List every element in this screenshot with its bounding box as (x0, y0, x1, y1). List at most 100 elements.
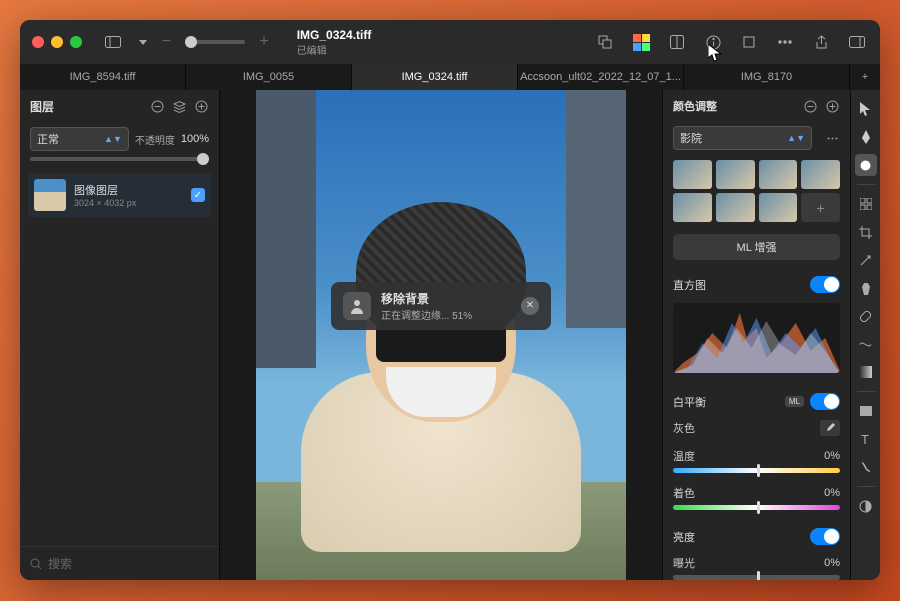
ml-enhance-button[interactable]: ML 增强 (673, 234, 840, 260)
canvas[interactable]: 移除背景 正在调整边缘... 51% ✕ (220, 90, 662, 580)
tab-2[interactable]: IMG_0324.tiff (352, 64, 518, 90)
layers-icon[interactable] (594, 31, 616, 53)
panel-icon[interactable] (666, 31, 688, 53)
temp-label: 温度 (673, 448, 824, 464)
brightness-label: 亮度 (673, 529, 695, 545)
layers-header: 图层 (20, 90, 219, 123)
histogram-section: 直方图 (663, 266, 850, 299)
adjustments-panel: 颜色调整 影院 ▲▼ + M (662, 90, 850, 580)
adjustments-title: 颜色调整 (673, 98, 717, 114)
window-controls (32, 36, 82, 48)
preset-thumb[interactable] (716, 160, 755, 189)
close-window-button[interactable] (32, 36, 44, 48)
adjust-remove-icon[interactable] (802, 98, 818, 114)
preset-thumb[interactable] (759, 160, 798, 189)
opacity-label: 不透明度 (135, 132, 175, 147)
gradient-tool-icon[interactable] (855, 361, 877, 383)
preset-add-button[interactable]: + (801, 193, 840, 222)
histogram-toggle[interactable] (810, 276, 840, 293)
inspector-toggle-icon[interactable] (846, 31, 868, 53)
layers-panel: 图层 正常 ▲▼ 不透明度 100% 图像图层 3024 × 4032 p (20, 90, 220, 580)
preset-options-icon[interactable] (824, 130, 840, 146)
layer-visibility-checkbox[interactable]: ✓ (191, 188, 205, 202)
titlebar: − + IMG_0324.tiff 已编辑 (20, 20, 880, 64)
clone-tool-icon[interactable] (855, 277, 877, 299)
arrow-tool-icon[interactable] (855, 98, 877, 120)
rect-tool-icon[interactable] (855, 400, 877, 422)
app-window: − + IMG_0324.tiff 已编辑 IMG_8594.tiff IMG_… (20, 20, 880, 580)
tint-slider[interactable] (673, 505, 840, 510)
opacity-slider[interactable] (30, 157, 209, 161)
exposure-value: 0% (824, 557, 840, 569)
photo (256, 90, 626, 580)
opacity-value: 100% (181, 133, 209, 145)
grid-tool-icon[interactable] (855, 193, 877, 215)
crop-tool-icon[interactable] (855, 221, 877, 243)
preset-thumb[interactable] (759, 193, 798, 222)
temp-slider[interactable] (673, 468, 840, 473)
brush-tool-icon[interactable] (855, 154, 877, 176)
chevron-down-icon[interactable] (132, 31, 154, 53)
search-placeholder: 搜索 (48, 555, 72, 572)
share-icon[interactable] (810, 31, 832, 53)
toast-close-button[interactable]: ✕ (521, 297, 539, 315)
magic-tool-icon[interactable] (855, 249, 877, 271)
tab-4[interactable]: IMG_8170 (684, 64, 850, 90)
pen-tool-icon[interactable] (855, 126, 877, 148)
heal-tool-icon[interactable] (855, 305, 877, 327)
hue-label: 灰色 (673, 420, 820, 436)
crop-icon[interactable] (738, 31, 760, 53)
blend-mode-select[interactable]: 正常 ▲▼ (30, 127, 129, 151)
tab-1[interactable]: IMG_0055 (186, 64, 352, 90)
layer-stack-icon[interactable] (171, 99, 187, 115)
layer-remove-icon[interactable] (149, 99, 165, 115)
minimize-window-button[interactable] (51, 36, 63, 48)
preset-grid: + (663, 154, 850, 228)
shape-tool-icon[interactable] (855, 456, 877, 478)
warp-tool-icon[interactable] (855, 333, 877, 355)
temp-value: 0% (824, 450, 840, 462)
preset-thumb[interactable] (673, 160, 712, 189)
toast-subtitle: 正在调整边缘... 51% (381, 307, 511, 322)
main-area: 图层 正常 ▲▼ 不透明度 100% 图像图层 3024 × 4032 p (20, 90, 880, 580)
title-sub: 已编辑 (297, 42, 586, 57)
layer-add-icon[interactable] (193, 99, 209, 115)
color-picker-tool-icon[interactable] (855, 495, 877, 517)
exposure-slider[interactable] (673, 575, 840, 580)
wb-label: 白平衡 (673, 394, 706, 410)
layer-name: 图像图层 (74, 182, 183, 198)
preset-thumb[interactable] (801, 160, 840, 189)
info-icon[interactable] (702, 31, 724, 53)
preset-thumb[interactable] (716, 193, 755, 222)
tool-strip: T (850, 90, 880, 580)
separator (857, 391, 875, 392)
separator (857, 184, 875, 185)
eyedropper-button[interactable] (820, 420, 840, 436)
brightness-section: 亮度 (663, 518, 850, 551)
tint-value: 0% (824, 487, 840, 499)
preset-thumb[interactable] (673, 193, 712, 222)
layer-row[interactable]: 图像图层 3024 × 4032 px ✓ (28, 173, 211, 217)
progress-toast: 移除背景 正在调整边缘... 51% ✕ (331, 282, 551, 330)
wb-toggle[interactable] (810, 393, 840, 410)
tab-3[interactable]: Accsoon_ult02_2022_12_07_1... (518, 64, 684, 90)
more-icon[interactable] (774, 31, 796, 53)
layer-dimensions: 3024 × 4032 px (74, 198, 183, 208)
preset-select[interactable]: 影院 ▲▼ (673, 126, 812, 150)
zoom-slider[interactable] (185, 40, 245, 44)
new-tab-button[interactable]: + (850, 64, 880, 90)
toolbar-right (594, 31, 868, 53)
toast-title: 移除背景 (381, 290, 511, 307)
search-bar[interactable]: 搜索 (20, 546, 219, 580)
fullscreen-window-button[interactable] (70, 36, 82, 48)
ml-badge: ML (785, 396, 804, 407)
adjust-add-icon[interactable] (824, 98, 840, 114)
histogram-chart (673, 303, 840, 373)
adjustments-header: 颜色调整 (663, 90, 850, 122)
tab-0[interactable]: IMG_8594.tiff (20, 64, 186, 90)
color-adjust-icon[interactable] (630, 31, 652, 53)
exposure-label: 曝光 (673, 555, 824, 571)
sidebar-toggle-icon[interactable] (102, 31, 124, 53)
brightness-toggle[interactable] (810, 528, 840, 545)
text-tool-icon[interactable]: T (855, 428, 877, 450)
